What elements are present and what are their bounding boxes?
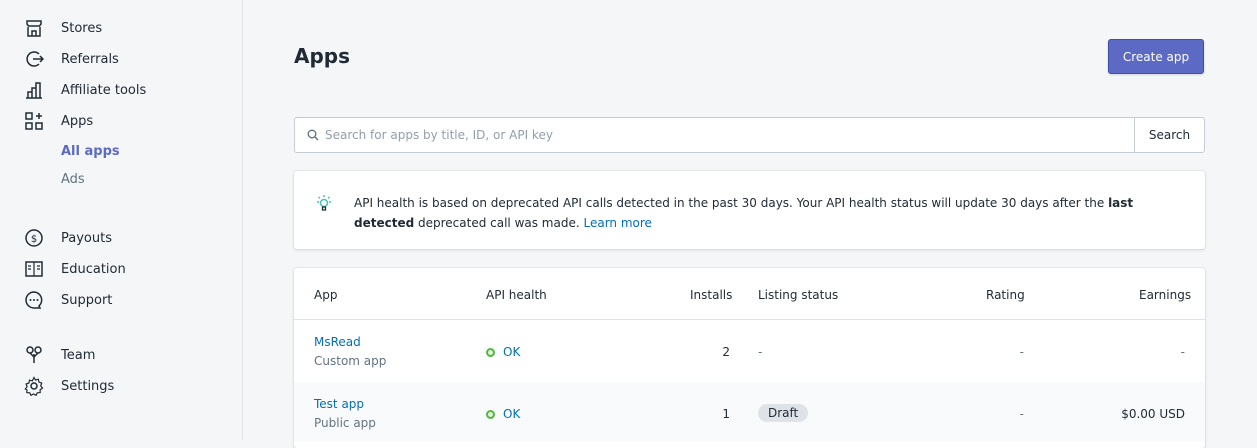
sidebar-item-label: Apps xyxy=(61,113,94,129)
sidebar-item-label: Affiliate tools xyxy=(61,82,147,98)
column-header-app[interactable]: App xyxy=(314,288,337,302)
banner-text: API health is based on deprecated API ca… xyxy=(354,193,1194,233)
app-type: Custom app xyxy=(314,354,387,368)
search-icon xyxy=(295,118,325,152)
sidebar-item-affiliate-tools[interactable]: Affiliate tools xyxy=(24,78,146,102)
draft-badge: Draft xyxy=(758,404,809,422)
banner-text-part: API health is based on deprecated API ca… xyxy=(354,196,1109,210)
sidebar: Stores Referrals Affiliate tools Apps Al… xyxy=(0,0,243,440)
learn-more-link[interactable]: Learn more xyxy=(583,216,651,230)
column-header-installs[interactable]: Installs xyxy=(690,288,732,302)
sidebar-item-payouts[interactable]: $ Payouts xyxy=(24,226,112,250)
sidebar-item-label: Referrals xyxy=(61,51,119,67)
sidebar-item-label: Support xyxy=(61,292,113,308)
sidebar-item-label: Settings xyxy=(61,378,115,394)
installs-count: 2 xyxy=(722,345,730,359)
team-icon xyxy=(24,345,44,365)
sidebar-item-label: Payouts xyxy=(61,230,112,246)
column-header-api-health[interactable]: API health xyxy=(486,288,547,302)
status-dot-icon xyxy=(486,347,495,357)
sidebar-item-support[interactable]: Support xyxy=(24,288,112,312)
sidebar-item-label: Stores xyxy=(61,20,103,36)
sidebar-item-team[interactable]: Team xyxy=(24,343,95,367)
sidebar-item-stores[interactable]: Stores xyxy=(24,16,102,40)
sidebar-subitem-all-apps[interactable]: All apps xyxy=(61,144,120,159)
main-content: Apps Create app Search API health is bas… xyxy=(244,0,1257,448)
create-app-button[interactable]: Create app xyxy=(1108,39,1204,74)
rating-value: - xyxy=(1019,407,1024,421)
app-name-link[interactable]: Test app xyxy=(314,397,364,411)
app-type: Public app xyxy=(314,416,376,430)
api-health-label: OK xyxy=(503,345,521,359)
store-icon xyxy=(24,18,44,38)
referrals-icon xyxy=(24,49,44,69)
page-title: Apps xyxy=(294,44,351,68)
api-health-label: OK xyxy=(503,407,521,421)
listing-status: - xyxy=(758,345,763,359)
column-header-earnings[interactable]: Earnings xyxy=(1139,288,1191,302)
apps-icon xyxy=(24,111,44,131)
app-name-link[interactable]: MsRead xyxy=(314,335,361,349)
affiliate-tools-icon xyxy=(24,80,44,100)
api-health-banner: API health is based on deprecated API ca… xyxy=(294,171,1205,249)
column-header-listing-status[interactable]: Listing status xyxy=(758,288,838,302)
sidebar-subitem-ads[interactable]: Ads xyxy=(61,172,85,187)
sidebar-item-label: Team xyxy=(61,347,96,363)
banner-text-part: deprecated call was made. xyxy=(414,216,584,230)
search-button[interactable]: Search xyxy=(1134,118,1204,152)
earnings-value: - xyxy=(1180,345,1185,359)
svg-text:$: $ xyxy=(31,234,37,245)
status-dot-icon xyxy=(486,409,495,419)
sidebar-item-label: Education xyxy=(61,261,126,277)
installs-count: 1 xyxy=(722,407,730,421)
education-icon xyxy=(24,259,44,279)
column-header-rating[interactable]: Rating xyxy=(986,288,1025,302)
sidebar-item-apps[interactable]: Apps xyxy=(24,109,93,133)
api-health-status[interactable]: OK xyxy=(486,407,520,421)
search-input[interactable] xyxy=(325,118,1134,152)
sidebar-item-settings[interactable]: Settings xyxy=(24,374,114,398)
search-bar: Search xyxy=(294,117,1205,153)
earnings-value: $0.00 USD xyxy=(1121,407,1185,421)
rating-value: - xyxy=(1019,345,1024,359)
sidebar-item-referrals[interactable]: Referrals xyxy=(24,47,119,71)
payouts-icon: $ xyxy=(24,228,44,248)
apps-table: App API health Installs Listing status R… xyxy=(294,268,1205,448)
table-row[interactable]: MsRead Custom app OK 2 - - - xyxy=(294,320,1205,380)
settings-icon xyxy=(24,376,44,396)
lightbulb-icon xyxy=(314,193,334,213)
api-health-status[interactable]: OK xyxy=(486,345,520,359)
support-icon xyxy=(24,290,44,310)
sidebar-item-education[interactable]: Education xyxy=(24,257,126,281)
table-row[interactable]: Test app Public app OK 1 Draft - $0.00 U… xyxy=(294,382,1205,442)
